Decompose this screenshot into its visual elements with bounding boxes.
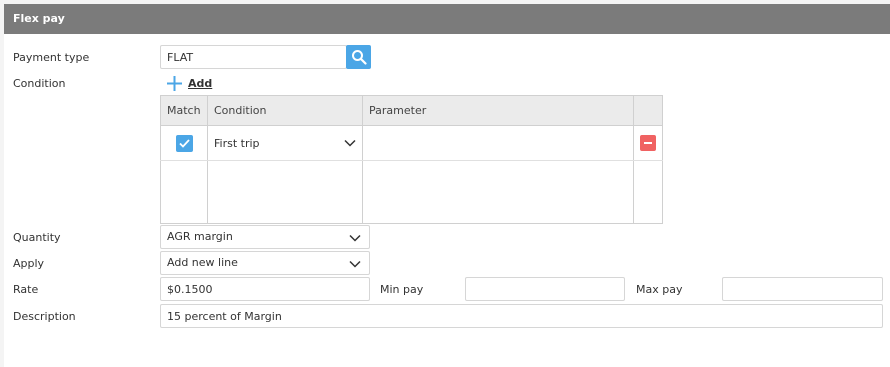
chevron-down-icon xyxy=(344,139,356,147)
description-label: Description xyxy=(13,310,76,323)
quantity-label: Quantity xyxy=(13,231,61,244)
search-icon xyxy=(351,50,367,65)
condition-table: Match Condition Parameter First trip xyxy=(160,95,663,224)
description-input[interactable] xyxy=(160,304,883,328)
quantity-value: AGR margin xyxy=(167,230,233,243)
min-pay-input[interactable] xyxy=(465,277,625,301)
max-pay-input[interactable] xyxy=(722,277,883,301)
payment-type-label: Payment type xyxy=(13,51,90,64)
flex-pay-panel: Flex pay Payment type Condition Add Matc… xyxy=(4,4,890,367)
column-header-parameter: Parameter xyxy=(362,95,634,126)
rate-label: Rate xyxy=(13,283,39,296)
table-row: First trip xyxy=(160,125,663,161)
parameter-cell[interactable] xyxy=(362,125,634,161)
quantity-select[interactable]: AGR margin xyxy=(160,225,370,249)
plus-icon xyxy=(167,76,182,91)
rate-input[interactable] xyxy=(160,277,370,301)
minus-icon xyxy=(644,142,652,144)
column-header-actions xyxy=(633,95,663,126)
payment-type-search-button[interactable] xyxy=(346,45,371,69)
check-icon xyxy=(178,138,190,148)
column-header-condition: Condition xyxy=(207,95,363,126)
remove-condition-button[interactable] xyxy=(640,135,656,151)
actions-cell xyxy=(633,125,663,161)
match-cell xyxy=(160,125,208,161)
add-condition-label: Add xyxy=(188,77,213,90)
apply-select[interactable]: Add new line xyxy=(160,251,370,275)
apply-value: Add new line xyxy=(167,256,238,269)
chevron-down-icon xyxy=(349,260,361,268)
panel-header: Flex pay xyxy=(4,4,890,34)
condition-value: First trip xyxy=(214,136,260,150)
condition-label: Condition xyxy=(13,77,66,90)
min-pay-label: Min pay xyxy=(380,283,424,296)
payment-type-input[interactable] xyxy=(160,45,347,69)
chevron-down-icon xyxy=(349,234,361,242)
column-header-match: Match xyxy=(160,95,208,126)
apply-label: Apply xyxy=(13,257,45,270)
match-checkbox[interactable] xyxy=(175,134,193,152)
condition-table-header: Match Condition Parameter xyxy=(160,95,663,126)
max-pay-label: Max pay xyxy=(636,283,683,296)
add-condition-button[interactable]: Add xyxy=(167,76,212,91)
table-row-empty xyxy=(160,160,663,224)
condition-cell: First trip xyxy=(207,125,363,161)
condition-select[interactable]: First trip xyxy=(208,137,362,150)
